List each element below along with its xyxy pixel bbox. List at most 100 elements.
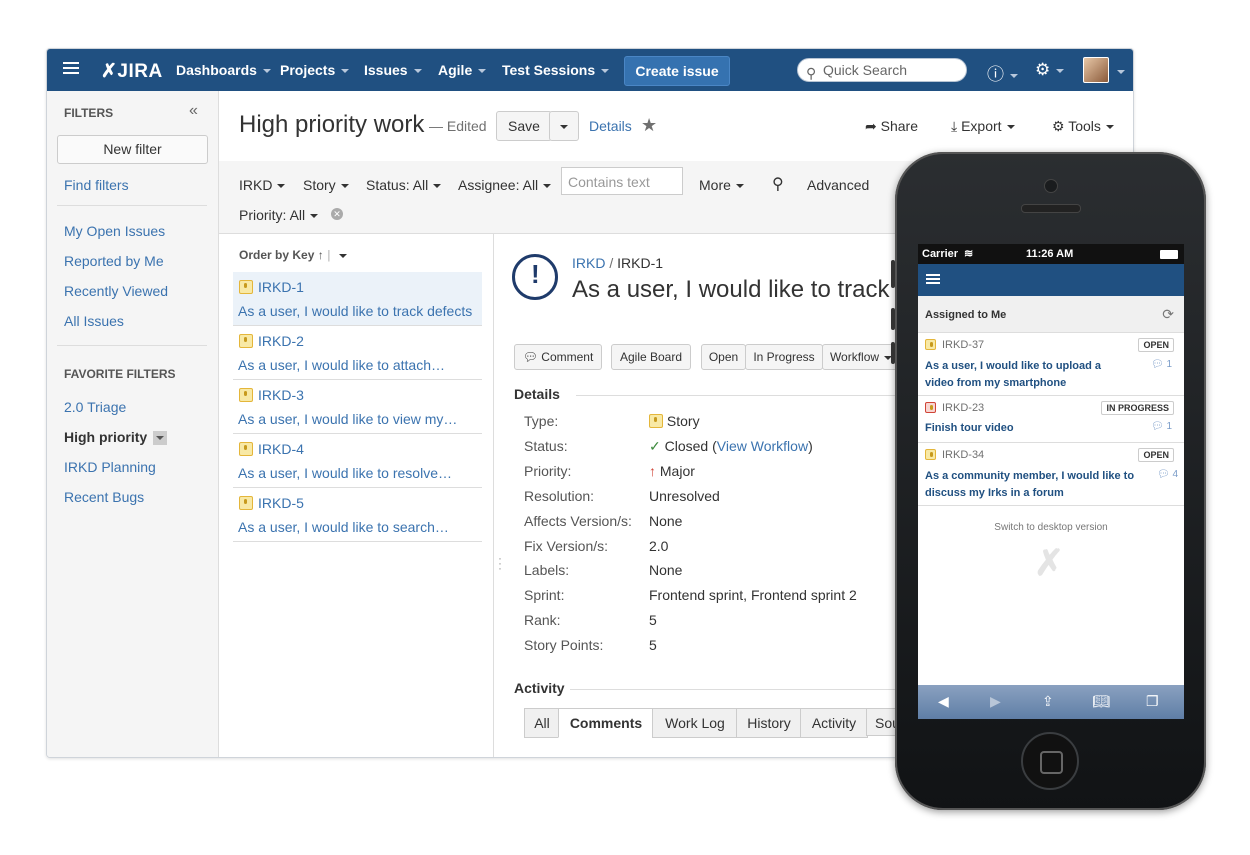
nav-test-sessions[interactable]: Test Sessions bbox=[502, 62, 610, 78]
more-filter[interactable]: More bbox=[699, 177, 744, 193]
sidebar-item-reported-by-me[interactable]: Reported by Me bbox=[64, 253, 164, 269]
new-filter-button[interactable]: New filter bbox=[57, 135, 208, 164]
workflow-button[interactable]: Workflow bbox=[822, 344, 900, 370]
menu-icon[interactable] bbox=[63, 62, 79, 64]
chevron-down-icon bbox=[560, 125, 568, 130]
quick-search-input[interactable]: ⚲ Quick Search bbox=[797, 58, 967, 82]
tab-all[interactable]: All bbox=[524, 708, 560, 738]
tools-button[interactable]: ⚙ Tools bbox=[1052, 118, 1114, 135]
favorite-filters-heading: FAVORITE FILTERS bbox=[64, 367, 176, 381]
star-icon[interactable]: ★ bbox=[641, 115, 657, 136]
section-divider bbox=[570, 689, 946, 690]
help-icon[interactable]: ⓘ bbox=[987, 60, 1018, 85]
create-issue-button[interactable]: Create issue bbox=[624, 56, 730, 86]
details-link[interactable]: Details bbox=[589, 118, 632, 134]
in-progress-button[interactable]: In Progress bbox=[745, 344, 823, 370]
save-options-button[interactable] bbox=[549, 111, 579, 141]
gear-icon[interactable]: ⚙ bbox=[1035, 60, 1065, 80]
sidebar-item-recently-viewed[interactable]: Recently Viewed bbox=[64, 283, 168, 299]
labels-value: None bbox=[649, 562, 683, 578]
list-item[interactable]: IRKD-2 As a user, I would like to attach… bbox=[233, 326, 482, 380]
sidebar-item-high-priority[interactable]: High priority bbox=[64, 429, 168, 446]
menu-icon[interactable] bbox=[926, 274, 940, 276]
camera-icon bbox=[1044, 179, 1058, 193]
browser-toolbar: ◀ ▶ ⇪ 📖︎ ❐ bbox=[918, 685, 1184, 719]
list-item[interactable]: IRKD-4 As a user, I would like to resolv… bbox=[233, 434, 482, 488]
story-icon bbox=[239, 496, 253, 510]
resize-handle[interactable]: · · · bbox=[498, 552, 502, 574]
type-value: Story bbox=[649, 413, 700, 429]
list-item[interactable]: IRKD-37 OPEN As a user, I would like to … bbox=[918, 333, 1184, 396]
chevron-down-icon bbox=[262, 69, 271, 74]
order-by-control[interactable]: Order by Key ↑ | bbox=[239, 248, 347, 262]
search-icon[interactable]: ⚲ bbox=[772, 174, 784, 194]
view-workflow-link[interactable]: View Workflow bbox=[717, 438, 808, 454]
sidebar-item-all-issues[interactable]: All Issues bbox=[64, 313, 124, 329]
save-button[interactable]: Save bbox=[496, 111, 552, 141]
collapse-icon[interactable]: « bbox=[189, 102, 198, 120]
comment-count: 💬︎ 1 bbox=[1150, 359, 1172, 370]
status-bar: Carrier ≋ 11:26 AM bbox=[918, 244, 1184, 264]
type-filter[interactable]: Story bbox=[303, 177, 349, 193]
comment-button[interactable]: 💬︎ Comment bbox=[514, 344, 602, 370]
user-avatar[interactable] bbox=[1083, 57, 1109, 83]
sprint-value: Frontend sprint, Frontend sprint 2 bbox=[649, 587, 857, 603]
comment-count: 💬︎ 4 bbox=[1156, 469, 1178, 480]
home-button bbox=[1021, 732, 1079, 790]
tab-history[interactable]: History bbox=[736, 708, 802, 738]
priority-filter[interactable]: Priority: All bbox=[239, 207, 319, 223]
open-button[interactable]: Open bbox=[701, 344, 746, 370]
project-avatar-icon bbox=[512, 254, 558, 300]
field-label: Labels: bbox=[524, 562, 570, 578]
export-button[interactable]: ⤓ Export bbox=[951, 118, 1015, 135]
volume-down-button bbox=[891, 342, 895, 364]
wifi-icon: ≋ bbox=[964, 248, 974, 260]
story-icon bbox=[925, 449, 936, 460]
nav-agile[interactable]: Agile bbox=[438, 62, 487, 78]
clear-filter-icon[interactable]: ✕ bbox=[331, 208, 343, 220]
tab-work-log[interactable]: Work Log bbox=[652, 708, 738, 738]
find-filters-link[interactable]: Find filters bbox=[64, 177, 129, 193]
share-icon[interactable]: ⇪ bbox=[1042, 693, 1054, 710]
refresh-icon[interactable]: ⟳ bbox=[1162, 306, 1174, 323]
mobile-screen: Carrier ≋ 11:26 AM Assigned to Me ⟳ IRKD… bbox=[918, 244, 1184, 719]
advanced-search-link[interactable]: Advanced bbox=[807, 177, 869, 193]
section-title: Assigned to Me bbox=[925, 309, 1007, 321]
sidebar-item-recent-bugs[interactable]: Recent Bugs bbox=[64, 489, 144, 505]
agile-board-button[interactable]: Agile Board bbox=[611, 344, 691, 370]
fix-version-link[interactable]: 2.0 bbox=[649, 538, 668, 554]
nav-dashboards[interactable]: Dashboards bbox=[176, 62, 271, 78]
tab-comments[interactable]: Comments bbox=[558, 708, 654, 738]
jira-logo[interactable]: ✗JIRA bbox=[101, 60, 163, 83]
contains-text-input[interactable]: Contains text bbox=[561, 167, 683, 195]
field-label: Sprint: bbox=[524, 587, 565, 603]
volume-up-button bbox=[891, 308, 895, 330]
dropdown-icon[interactable] bbox=[153, 431, 168, 446]
list-item[interactable]: IRKD-1 As a user, I would like to track … bbox=[233, 272, 482, 326]
back-icon[interactable]: ◀ bbox=[938, 693, 949, 710]
project-filter[interactable]: IRKD bbox=[239, 177, 286, 193]
list-item[interactable]: IRKD-3 As a user, I would like to view m… bbox=[233, 380, 482, 434]
sidebar-item-irkd-planning[interactable]: IRKD Planning bbox=[64, 459, 156, 475]
page-title: High priority work bbox=[239, 111, 425, 138]
nav-issues[interactable]: Issues bbox=[364, 62, 422, 78]
list-item[interactable]: IRKD-23 IN PROGRESS Finish tour video 💬︎… bbox=[918, 396, 1184, 443]
sidebar-item-2-0-triage[interactable]: 2.0 Triage bbox=[64, 399, 126, 415]
tabs-icon[interactable]: ❐ bbox=[1146, 693, 1159, 710]
switch-desktop-link[interactable]: Switch to desktop version bbox=[918, 522, 1184, 533]
nav-projects[interactable]: Projects bbox=[280, 62, 350, 78]
breadcrumb-issue-key[interactable]: IRKD-1 bbox=[617, 255, 663, 271]
rank-value: 5 bbox=[649, 612, 657, 628]
status-filter[interactable]: Status: All bbox=[366, 177, 442, 193]
list-item[interactable]: IRKD-5 As a user, I would like to search… bbox=[233, 488, 482, 542]
sidebar-item-my-open-issues[interactable]: My Open Issues bbox=[64, 223, 165, 239]
tab-activity[interactable]: Activity bbox=[800, 708, 868, 738]
list-item[interactable]: IRKD-34 OPEN As a community member, I wo… bbox=[918, 443, 1184, 506]
share-button[interactable]: ➦ Share bbox=[865, 118, 918, 135]
bookmarks-icon[interactable]: 📖︎ bbox=[1092, 693, 1110, 710]
forward-icon[interactable]: ▶ bbox=[990, 693, 1001, 710]
breadcrumb-project[interactable]: IRKD bbox=[572, 255, 605, 271]
carrier-label: Carrier bbox=[922, 248, 959, 260]
story-points-value: 5 bbox=[649, 637, 657, 653]
assignee-filter[interactable]: Assignee: All bbox=[458, 177, 552, 193]
